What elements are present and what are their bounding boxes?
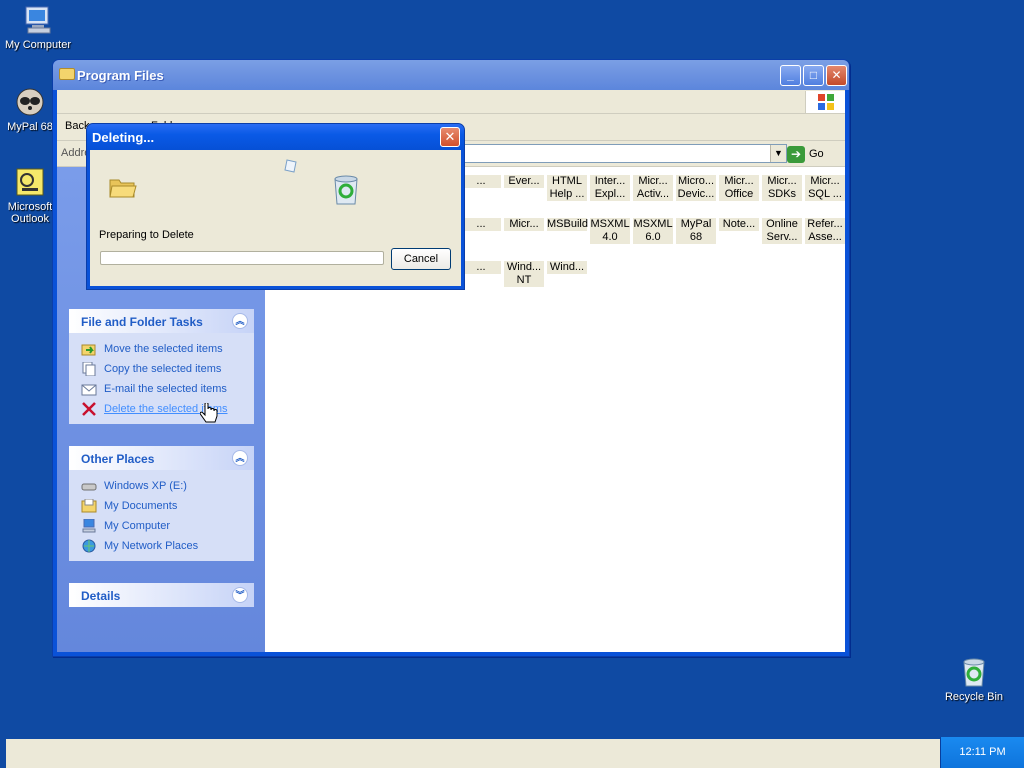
task-label: Move the selected items: [104, 343, 223, 355]
chevron-up-icon[interactable]: ︽: [232, 450, 248, 466]
panel-title: Other Places: [81, 452, 155, 466]
details-header[interactable]: Details ︾: [69, 583, 254, 607]
my-computer-icon: [22, 4, 54, 36]
folder-item[interactable]: Refer... Asse...: [805, 218, 845, 244]
email-icon: [81, 382, 97, 396]
place-label: Windows XP (E:): [104, 480, 187, 492]
folder-item[interactable]: ...: [461, 261, 501, 274]
desktop-icon-label: Recycle Bin: [944, 691, 1004, 703]
other-places-header[interactable]: Other Places ︽: [69, 446, 254, 470]
network-places-icon: [81, 539, 97, 553]
place-label: My Computer: [104, 520, 171, 532]
task-copy-selected[interactable]: Copy the selected items: [81, 361, 254, 381]
folder-item[interactable]: Wind... NT: [504, 261, 544, 287]
folder-item[interactable]: Micr...: [504, 218, 544, 231]
cancel-button[interactable]: Cancel: [391, 248, 451, 270]
close-button[interactable]: ✕: [826, 65, 847, 86]
deleting-dialog[interactable]: Deleting... ✕ Preparing to Delete Cancel: [86, 123, 465, 290]
delete-icon: [81, 402, 97, 416]
dialog-titlebar[interactable]: Deleting... ✕: [87, 124, 464, 150]
folder-item[interactable]: ...: [461, 175, 501, 188]
desktop-icon-my-computer[interactable]: My Computer: [0, 4, 76, 51]
file-folder-tasks-header[interactable]: File and Folder Tasks ︽: [69, 309, 254, 333]
dialog-title: Deleting...: [92, 130, 155, 145]
folder-item[interactable]: Inter... Expl...: [590, 175, 630, 201]
folder-item[interactable]: Micro... Devic...: [676, 175, 716, 201]
maximize-button[interactable]: □: [803, 65, 824, 86]
other-places-panel: Other Places ︽ Windows XP (E:) My Docume…: [69, 446, 254, 561]
go-button[interactable]: ➔ Go: [787, 146, 831, 163]
dialog-body: Preparing to Delete Cancel: [90, 150, 461, 286]
panel-title: Details: [81, 589, 121, 603]
folder-item[interactable]: ...: [461, 218, 501, 231]
outlook-icon: [14, 166, 46, 198]
windows-logo-icon: [805, 91, 845, 113]
go-label: Go: [809, 148, 824, 160]
folder-item[interactable]: MyPal 68: [676, 218, 716, 244]
folder-item[interactable]: MSBuild: [547, 218, 588, 231]
task-email-selected[interactable]: E-mail the selected items: [81, 381, 254, 401]
chevron-up-icon[interactable]: ︽: [232, 313, 248, 329]
my-documents-icon: [81, 498, 97, 513]
folder-item[interactable]: Online Serv...: [762, 218, 802, 244]
folder-item[interactable]: MSXML 4.0: [590, 218, 630, 244]
mypal-icon: [14, 86, 46, 118]
desktop-icon-mypal[interactable]: MyPal 68: [0, 86, 60, 133]
details-panel: Details ︾: [69, 583, 254, 607]
desktop-icon-outlook[interactable]: Microsoft Outlook: [0, 166, 60, 225]
folder-item[interactable]: MSXML 6.0: [633, 218, 673, 244]
recycle-bin-icon: [331, 174, 361, 209]
folder-item[interactable]: Wind...: [547, 261, 587, 274]
flying-document-icon: [284, 158, 300, 177]
desktop-icon-label: My Computer: [4, 39, 72, 51]
task-label: E-mail the selected items: [104, 383, 227, 395]
folder-item[interactable]: Micr... SQL ...: [805, 175, 845, 201]
menu-bar[interactable]: [57, 90, 845, 114]
dialog-status-text: Preparing to Delete: [99, 229, 194, 241]
place-windows-xp-drive[interactable]: Windows XP (E:): [81, 478, 254, 498]
folder-item[interactable]: Micr... Activ...: [633, 175, 673, 201]
desktop-icon-label: Microsoft Outlook: [7, 201, 53, 225]
desktop-icon-recycle-bin[interactable]: Recycle Bin: [936, 656, 1012, 703]
go-arrow-icon: ➔: [787, 146, 805, 163]
folder-item[interactable]: Micr... SDKs: [762, 175, 802, 201]
clock[interactable]: 12:11 PM: [941, 746, 1024, 758]
folder-item[interactable]: Ever...: [504, 175, 544, 188]
folder-icon: [108, 174, 138, 203]
chevron-down-icon[interactable]: ▼: [770, 145, 786, 162]
move-icon: [81, 342, 97, 356]
task-delete-selected[interactable]: Delete the selected items: [81, 401, 254, 421]
task-label: Copy the selected items: [104, 363, 222, 375]
hand-cursor-icon: [199, 402, 218, 430]
file-folder-tasks-panel: File and Folder Tasks ︽ Move the selecte…: [69, 309, 254, 424]
dialog-close-button[interactable]: ✕: [440, 127, 460, 147]
system-tray: 12:11 PM: [940, 737, 1024, 768]
task-move-selected[interactable]: Move the selected items: [81, 341, 254, 361]
drive-icon: [81, 479, 97, 493]
taskbar: 12:11 PM: [0, 737, 1024, 768]
chevron-down-icon[interactable]: ︾: [232, 587, 248, 603]
folder-icon: [59, 68, 75, 80]
folder-item[interactable]: HTML Help ...: [547, 175, 587, 201]
explorer-titlebar[interactable]: Program Files _ □ ✕: [53, 60, 849, 90]
copy-icon: [81, 361, 97, 377]
recycle-bin-icon: [958, 656, 990, 688]
folder-item[interactable]: Micr... Office: [719, 175, 759, 201]
place-label: My Documents: [104, 500, 178, 512]
window-title: Program Files: [77, 68, 164, 83]
desktop-icon-label: MyPal 68: [7, 121, 53, 133]
folder-item[interactable]: Note...: [719, 218, 759, 231]
minimize-button[interactable]: _: [780, 65, 801, 86]
place-my-network-places[interactable]: My Network Places: [81, 538, 254, 558]
place-my-documents[interactable]: My Documents: [81, 498, 254, 518]
place-label: My Network Places: [104, 540, 199, 552]
panel-title: File and Folder Tasks: [81, 315, 203, 329]
my-computer-icon: [81, 518, 97, 533]
delete-progress-bar: [100, 251, 384, 265]
taskbar-strip[interactable]: [6, 739, 940, 768]
place-my-computer[interactable]: My Computer: [81, 518, 254, 538]
